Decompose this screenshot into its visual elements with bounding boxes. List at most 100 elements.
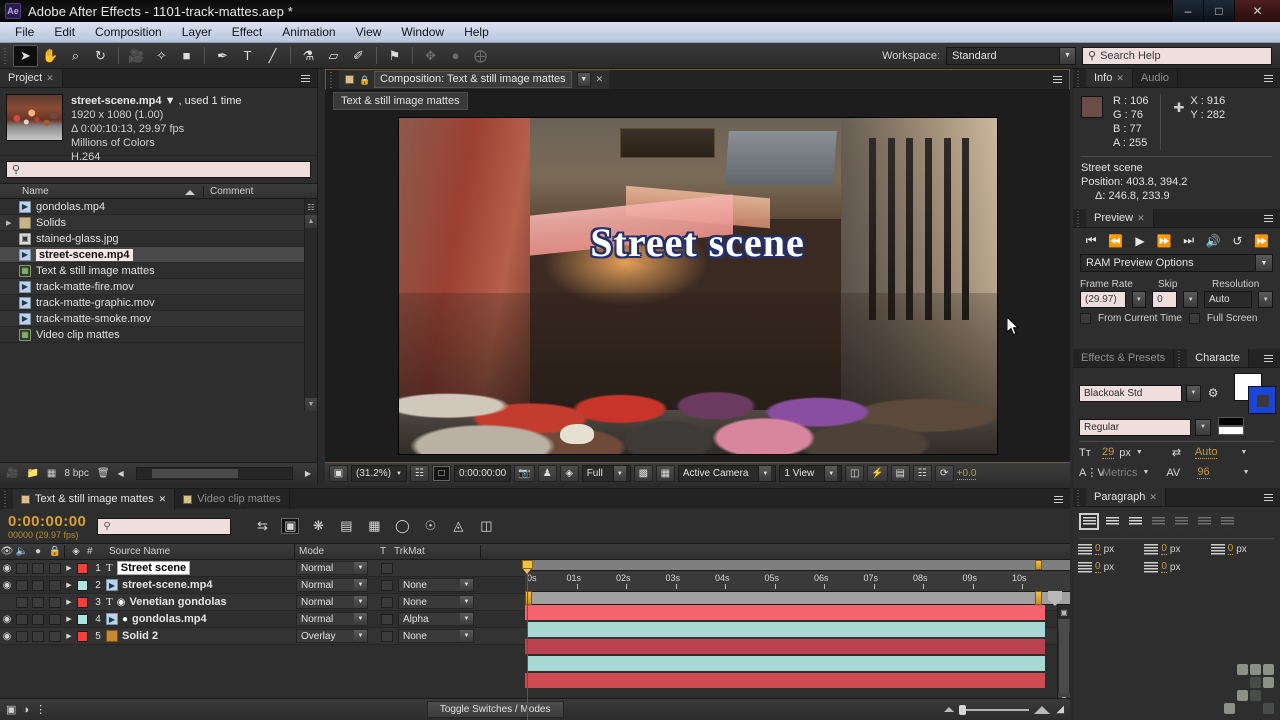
panel-menu-icon[interactable] [1260, 72, 1276, 85]
hscroll-left-arrow[interactable]: ◀ [118, 469, 124, 478]
timeline-ruler[interactable]: 0s 01s 02s 03s 04s 05s 06s 07s 08s 09s 10s [525, 571, 1070, 592]
camera-tool[interactable]: 🎥 [124, 45, 149, 67]
timeline-resize-handle[interactable]: ◢ [1056, 704, 1064, 715]
panel-menu-icon[interactable] [1049, 73, 1065, 86]
character-grip[interactable] [1177, 349, 1185, 369]
column-mode[interactable]: Mode [294, 543, 372, 560]
loop-button[interactable]: ↺ [1227, 234, 1247, 248]
breadcrumb-item[interactable]: Text & still image mattes [333, 91, 468, 110]
layer-visibility-icon[interactable]: ◉ [0, 631, 14, 642]
timeline-vertical-scrollbar[interactable]: ▣ ▲ ▼ [1057, 605, 1070, 709]
first-frame-button[interactable]: ⏮ [1081, 233, 1101, 248]
timeline-current-time[interactable]: 0:00:00:00 00000 (29.97 fps) [0, 511, 93, 542]
menu-item-window[interactable]: Window [392, 23, 453, 41]
brush-tool[interactable]: ╱ [260, 45, 285, 67]
graph-editor-toggle-icon[interactable]: ⋮ [35, 703, 46, 716]
project-horizontal-scrollbar[interactable] [135, 467, 293, 480]
snapshot-camera-icon[interactable]: 📷 [514, 465, 535, 482]
project-list-item[interactable]: ▶ track-matte-fire.mov [0, 279, 317, 295]
stroke-color-swatch[interactable] [1248, 386, 1277, 414]
column-solo-icon[interactable]: ● [30, 544, 46, 560]
ram-preview-button[interactable]: ⏩ [1252, 234, 1272, 248]
zoom-level-select[interactable]: (31.2%) ▼ [351, 465, 407, 482]
layer-blend-mode-select[interactable]: Normal ▼ [296, 578, 368, 592]
hand-tool[interactable]: ✋ [38, 45, 63, 67]
tab-info[interactable]: Info ✕ [1086, 69, 1133, 87]
play-button[interactable]: ▶ [1130, 234, 1150, 248]
brainstorm-icon[interactable]: ◯ [393, 518, 411, 534]
delete-icon[interactable]: 🗑 [97, 468, 110, 479]
column-label-icon[interactable]: ◈ [65, 544, 87, 560]
preview-resolution-dropdown-icon[interactable]: ▼ [1258, 291, 1273, 308]
layer-preserve-transparency[interactable] [381, 562, 393, 574]
motion-blur-icon[interactable]: ▦ [365, 518, 383, 534]
preview-grip[interactable] [1076, 209, 1083, 229]
leading-value[interactable]: Auto [1194, 446, 1218, 459]
tracking-value[interactable]: 96 [1197, 466, 1210, 479]
shape-tool[interactable]: ■ [174, 45, 199, 67]
chevron-down-icon[interactable]: ▼ [1185, 384, 1201, 402]
comp-flowchart-icon[interactable]: ☷ [912, 465, 932, 482]
tab-composition[interactable]: 🔒 Composition: Text & still image mattes… [339, 70, 610, 89]
layer-twirl-icon[interactable]: ▶ [64, 632, 74, 640]
resolution-select[interactable]: Full ▼ [581, 465, 631, 482]
column-trkmat[interactable]: TrkMat [394, 544, 480, 560]
timeline-track-area[interactable]: 0s 01s 02s 03s 04s 05s 06s 07s 08s 09s 10s ▣ ▲ ▼ [522, 560, 1070, 720]
eraser-tool[interactable]: ▱ [321, 45, 346, 67]
timeline-layer-bar[interactable] [527, 656, 1045, 671]
toggle-switches-modes-button[interactable]: Toggle Switches / Modes [426, 701, 564, 718]
layer-label-color[interactable] [76, 562, 88, 574]
layer-solo-toggle[interactable] [32, 596, 44, 608]
panel-menu-icon[interactable] [1260, 352, 1276, 365]
exposure-reset-icon[interactable]: ⟳ [934, 465, 954, 482]
project-list-item[interactable]: ▶ Solids [0, 215, 317, 231]
bw-swatch[interactable] [1218, 417, 1244, 437]
show-snapshot-icon[interactable]: ♟ [537, 465, 557, 482]
camera-view-select[interactable]: Active Camera ▼ [677, 465, 777, 482]
layer-solo-toggle[interactable] [32, 579, 44, 591]
project-list-item[interactable]: ▶ gondolas.mp4 [0, 199, 317, 215]
menu-item-view[interactable]: View [347, 23, 391, 41]
type-tool[interactable]: T [235, 45, 260, 67]
channel-rgb-icon[interactable]: ◈ [559, 465, 579, 482]
frame-blending-icon[interactable]: ▤ [337, 518, 355, 534]
layer-blend-mode-select[interactable]: Normal ▼ [296, 595, 368, 609]
close-icon[interactable]: ✕ [1137, 213, 1145, 224]
chevron-down-icon[interactable]: ▼ [165, 95, 176, 107]
column-video-icon[interactable]: 👁 [0, 544, 14, 560]
layer-trkmat-select[interactable]: None ▼ [398, 595, 474, 609]
fast-previews-icon[interactable]: ⚡ [867, 465, 888, 482]
space-before-field[interactable]: 0 px [1210, 543, 1275, 555]
timeline-layer-bar[interactable] [525, 673, 1045, 688]
bit-depth-label[interactable]: 8 bpc [64, 468, 88, 479]
hscroll-right-arrow[interactable]: ▶ [305, 469, 311, 478]
chevron-down-icon[interactable]: ▼ [1243, 469, 1250, 476]
preview-resolution-field[interactable]: Auto [1203, 291, 1253, 308]
layer-visibility-icon[interactable]: ◉ [0, 614, 14, 625]
toolbar-grip[interactable] [3, 45, 10, 66]
chevron-down-icon[interactable]: ▼ [1240, 449, 1247, 456]
column-number[interactable]: # [87, 544, 109, 560]
graph-editor-icon[interactable]: ◬ [449, 518, 467, 534]
timeline-flowchart-icon[interactable]: ▤ [890, 465, 910, 482]
tab-video-clip-mattes[interactable]: Video clip mattes [175, 489, 290, 509]
project-list-item[interactable]: ▣ stained-glass.jpg [0, 231, 317, 247]
font-size-value[interactable]: 29 [1102, 446, 1115, 459]
menu-item-file[interactable]: File [6, 23, 43, 41]
live-update-icon[interactable]: ⇆ [253, 518, 271, 534]
scroll-up-button[interactable]: ▲ [305, 215, 317, 228]
indent-first-line-field[interactable]: 0 px [1144, 543, 1208, 555]
new-comp-icon[interactable]: 🎥 [6, 468, 18, 479]
column-t[interactable]: T [372, 544, 394, 560]
layer-audio-toggle[interactable] [16, 562, 28, 574]
current-time-indicator[interactable] [522, 560, 533, 574]
previous-frame-button[interactable]: ⏪ [1106, 234, 1126, 248]
menu-item-composition[interactable]: Composition [86, 23, 171, 41]
pen-tool[interactable]: ✒ [210, 45, 235, 67]
chevron-down-icon[interactable]: ▼ [1195, 418, 1211, 436]
toggle-grid-button[interactable]: ☷ [409, 465, 429, 482]
hide-shy-layers-icon[interactable]: ❋ [309, 518, 327, 534]
kerning-value[interactable]: Metrics [1102, 467, 1137, 479]
layer-twirl-icon[interactable]: ▶ [64, 598, 74, 606]
pixel-aspect-correction-icon[interactable]: ◫ [845, 465, 865, 482]
